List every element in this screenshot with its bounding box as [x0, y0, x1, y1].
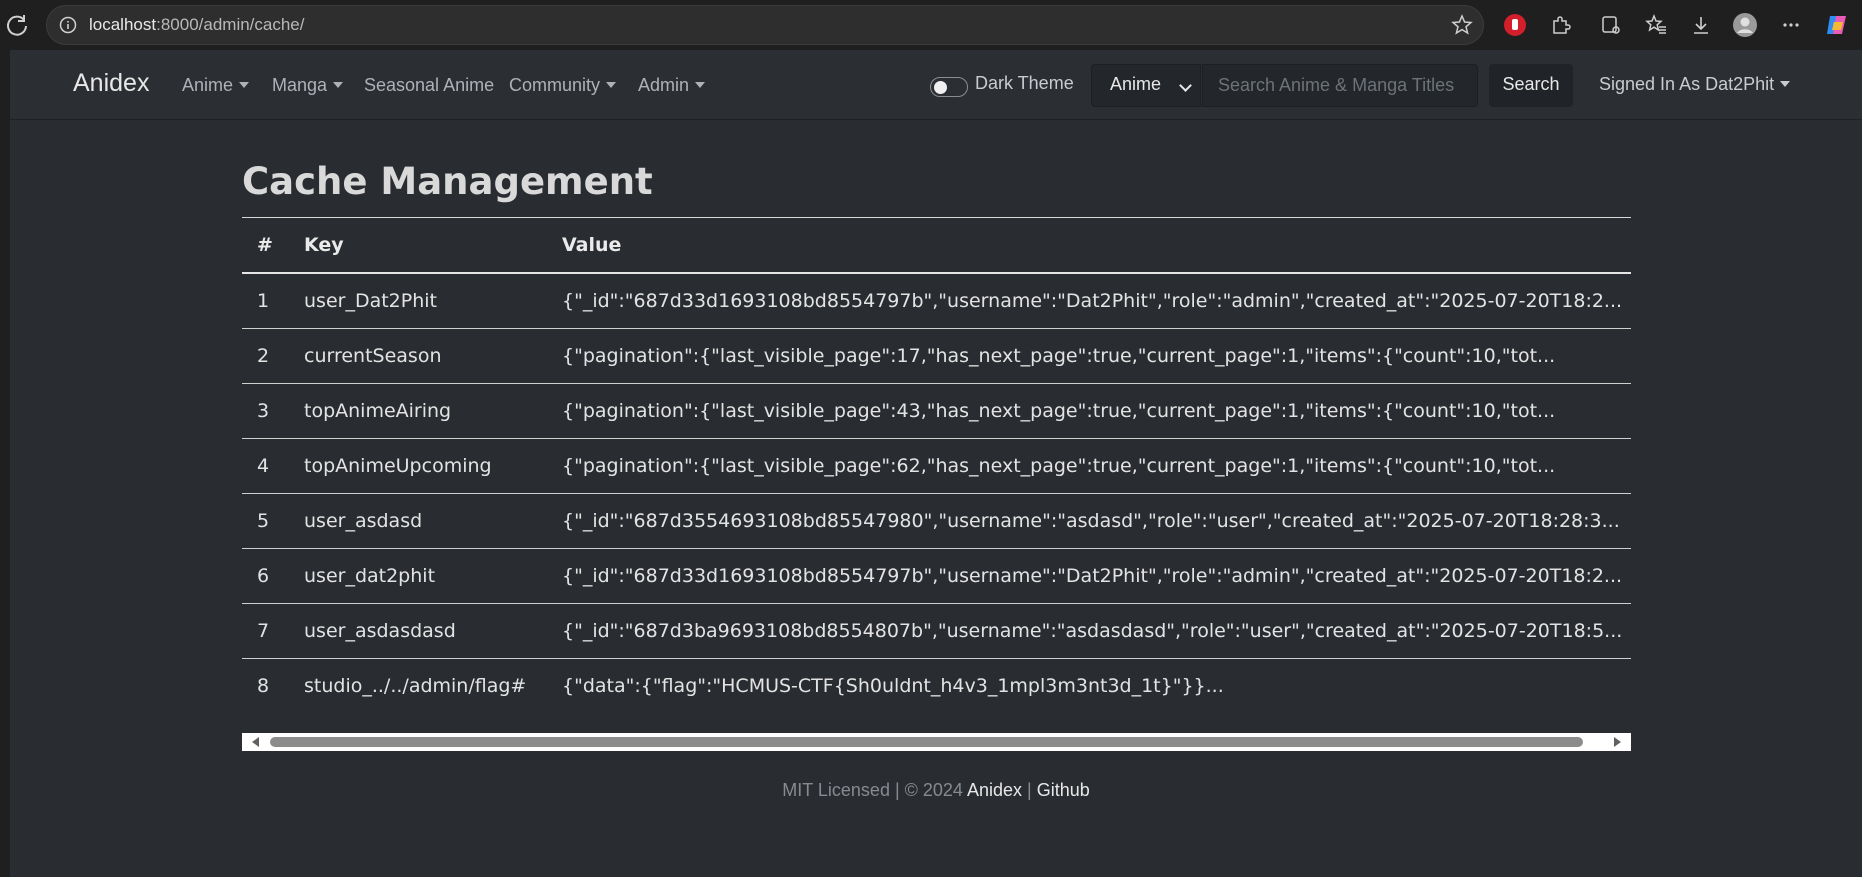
nav-manga-dropdown[interactable]: Manga: [272, 75, 344, 96]
scroll-left-arrow-icon[interactable]: [252, 737, 259, 747]
search-type-value: Anime: [1110, 74, 1162, 94]
scroll-right-arrow-icon[interactable]: [1614, 737, 1621, 747]
footer-separator: |: [1027, 780, 1032, 800]
cache-value: {"_id":"687d33d1693108bd8554797b","usern…: [547, 548, 1631, 604]
adblock-icon[interactable]: [1502, 12, 1528, 38]
cache-value: {"_id":"687d33d1693108bd8554797b","usern…: [547, 273, 1631, 329]
copilot-icon[interactable]: [1824, 12, 1850, 38]
table-row: 7 user_asdasdasd {"_id":"687d3ba9693108b…: [242, 603, 1631, 659]
cache-key: user_asdasdasd: [289, 603, 547, 659]
column-header-number: #: [242, 218, 289, 274]
row-number: 7: [242, 603, 289, 659]
nav-anime-dropdown[interactable]: Anime: [182, 75, 250, 96]
downloads-icon[interactable]: [1688, 12, 1714, 38]
caret-down-icon: [333, 82, 344, 88]
horizontal-scrollbar[interactable]: [242, 733, 1631, 751]
toggle-knob: [934, 81, 947, 94]
search-input[interactable]: Search Anime & Manga Titles: [1202, 64, 1478, 107]
cache-table: # Key Value 1 user_Dat2Phit {"_id":"687d…: [242, 218, 1631, 713]
web-page: Anidex Anime Manga Seasonal Anime Commun…: [10, 50, 1862, 877]
search-type-select[interactable]: Anime: [1091, 64, 1201, 107]
footer-license-text: MIT Licensed | © 2024: [782, 780, 963, 800]
user-menu-label: Signed In As Dat2Phit: [1599, 74, 1775, 94]
search-button[interactable]: Search: [1489, 64, 1573, 107]
user-menu-dropdown[interactable]: Signed In As Dat2Phit: [1599, 74, 1791, 95]
favorites-icon[interactable]: [1643, 12, 1669, 38]
brand-logo[interactable]: Anidex: [73, 69, 149, 98]
cache-key: topAnimeAiring: [289, 383, 547, 439]
navbar: Anidex Anime Manga Seasonal Anime Commun…: [10, 50, 1862, 120]
scrollbar-thumb[interactable]: [270, 737, 1583, 747]
nav-community-label: Community: [509, 75, 601, 95]
cache-value: {"_id":"687d3ba9693108bd8554807b","usern…: [547, 603, 1631, 659]
cache-value: {"pagination":{"last_visible_page":62,"h…: [547, 438, 1631, 494]
table-row: 2 currentSeason {"pagination":{"last_vis…: [242, 328, 1631, 384]
caret-down-icon: [606, 82, 617, 88]
address-url[interactable]: localhost:8000/admin/cache/: [89, 15, 305, 35]
nav-seasonal-anime[interactable]: Seasonal Anime: [364, 75, 494, 96]
table-row: 1 user_Dat2Phit {"_id":"687d33d1693108bd…: [242, 273, 1631, 329]
bookmark-star-icon[interactable]: [1451, 14, 1473, 36]
footer: MIT Licensed | © 2024 Anidex | Github: [10, 780, 1862, 801]
chevron-down-icon: [1179, 79, 1192, 92]
nav-anime-label: Anime: [182, 75, 234, 95]
cache-key: topAnimeUpcoming: [289, 438, 547, 494]
reading-list-icon[interactable]: [1598, 12, 1624, 38]
cache-key: user_dat2phit: [289, 548, 547, 604]
table-row: 6 user_dat2phit {"_id":"687d33d1693108bd…: [242, 548, 1631, 604]
cache-key: user_Dat2Phit: [289, 273, 547, 329]
row-number: 4: [242, 438, 289, 494]
browser-toolbar: localhost:8000/admin/cache/: [0, 0, 1862, 50]
caret-down-icon: [239, 82, 250, 88]
cache-value: {"pagination":{"last_visible_page":17,"h…: [547, 328, 1631, 384]
column-header-key: Key: [289, 218, 547, 274]
cache-value: {"data":{"flag":"HCMUS-CTF{Sh0uldnt_h4v3…: [562, 674, 1224, 697]
table-row: 5 user_asdasd {"_id":"687d3554693108bd85…: [242, 493, 1631, 549]
nav-manga-label: Manga: [272, 75, 328, 95]
cache-value: {"pagination":{"last_visible_page":43,"h…: [547, 383, 1631, 439]
table-row: 4 topAnimeUpcoming {"pagination":{"last_…: [242, 438, 1631, 494]
table-header-row: # Key Value: [242, 218, 1631, 274]
nav-admin-label: Admin: [638, 75, 690, 95]
page-title: Cache Management: [242, 160, 653, 203]
row-number: 1: [242, 273, 289, 329]
caret-down-icon: [695, 82, 706, 88]
row-number: 3: [242, 383, 289, 439]
row-number: 2: [242, 328, 289, 384]
reload-icon[interactable]: [4, 12, 30, 38]
cache-key: currentSeason: [289, 328, 547, 384]
url-path: :8000/admin/cache/: [156, 15, 305, 34]
cache-value: {"_id":"687d3554693108bd85547980","usern…: [547, 493, 1631, 549]
url-host: localhost: [89, 15, 157, 34]
cache-table-container: # Key Value 1 user_Dat2Phit {"_id":"687d…: [242, 217, 1631, 697]
row-number: 5: [242, 493, 289, 549]
nav-admin-dropdown[interactable]: Admin: [638, 75, 706, 96]
extensions-icon[interactable]: [1548, 12, 1574, 38]
table-row: 8 studio_../../admin/flag# {"data":{"fla…: [242, 658, 1631, 713]
footer-github-link[interactable]: Github: [1037, 780, 1090, 800]
site-info-icon[interactable]: [59, 16, 77, 34]
caret-down-icon: [1780, 81, 1791, 87]
column-header-value: Value: [547, 218, 1631, 274]
row-number: 8: [257, 674, 270, 697]
nav-community-dropdown[interactable]: Community: [509, 75, 617, 96]
more-options-icon[interactable]: [1778, 12, 1804, 38]
row-number: 6: [242, 548, 289, 604]
dark-theme-toggle[interactable]: [930, 77, 968, 97]
profile-avatar-icon[interactable]: [1732, 12, 1758, 38]
table-row: 3 topAnimeAiring {"pagination":{"last_vi…: [242, 383, 1631, 439]
address-bar[interactable]: localhost:8000/admin/cache/: [46, 5, 1484, 45]
footer-anidex-link[interactable]: Anidex: [967, 780, 1022, 800]
dark-theme-label: Dark Theme: [975, 73, 1074, 93]
cache-key: studio_../../admin/flag#: [304, 674, 527, 697]
cache-key: user_asdasd: [289, 493, 547, 549]
